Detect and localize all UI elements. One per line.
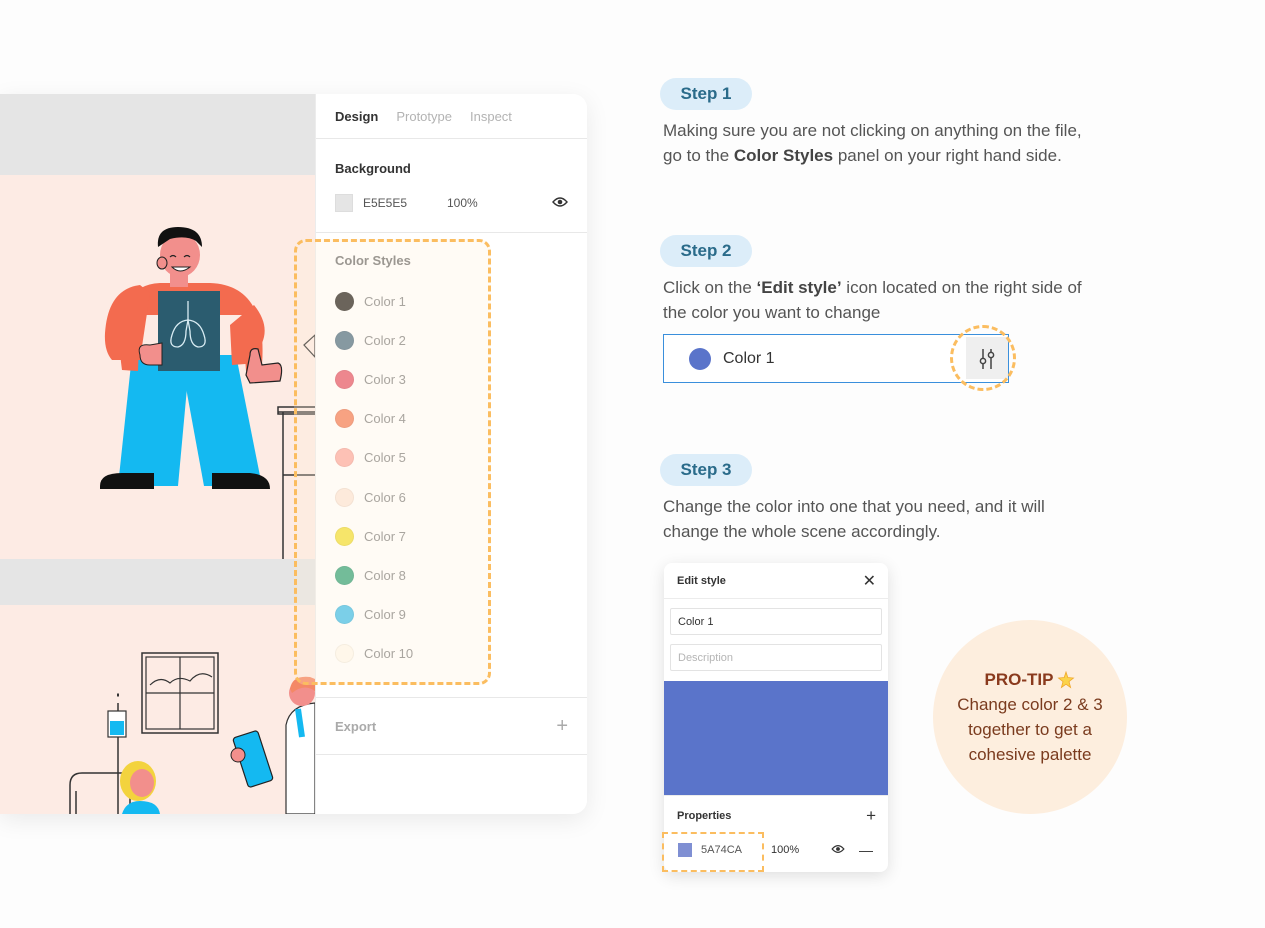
edit-style-dialog: Edit style ✕ Properties + 5A74CA 100% — (664, 563, 888, 872)
illustration-frame-2[interactable] (0, 605, 315, 814)
color-style-label: Color 6 (364, 489, 406, 505)
color-style-item[interactable]: Color 6 (335, 477, 568, 516)
remove-fill-icon[interactable]: — (859, 842, 873, 858)
step-1-badge: Step 1 (660, 78, 752, 110)
color-style-item[interactable]: Color 9 (335, 595, 568, 634)
close-icon[interactable]: ✕ (863, 571, 876, 591)
color-style-swatch (335, 370, 354, 390)
export-section: Export + (316, 698, 587, 755)
color-styles-title: Color Styles (335, 253, 411, 268)
tab-design[interactable]: Design (335, 109, 378, 124)
color-styles-list: Color 1 Color 2 Color 3 Color 4 Color 5 Color… (335, 282, 568, 673)
color-style-label: Color 4 (364, 411, 406, 427)
color-style-label: Color 2 (364, 333, 406, 349)
color-style-swatch (335, 331, 354, 351)
step-3-text: Change the color into one that you need,… (663, 497, 1045, 541)
pro-tip-badge: PRO-TIP Change color 2 & 3 together to g… (933, 620, 1127, 814)
background-swatch[interactable] (335, 194, 353, 212)
background-fill-row[interactable]: E5E5E5 100% (335, 194, 568, 212)
color-style-swatch (335, 643, 354, 663)
step-2-text: Click on the ‘Edit style’ icon located o… (663, 278, 1082, 322)
color-style-item[interactable]: Color 8 (335, 556, 568, 595)
pro-tip-title: PRO-TIP (985, 667, 1076, 692)
color-styles-section: Color Styles Color 1 Color 2 Color 3 Color … (316, 233, 587, 698)
tab-inspect[interactable]: Inspect (470, 109, 512, 124)
color-style-swatch (335, 526, 354, 546)
color-style-label: Color 1 (364, 294, 406, 310)
fill-hex[interactable]: 5A74CA (701, 844, 771, 856)
color-style-item[interactable]: Color 3 (335, 360, 568, 399)
canvas-area (0, 94, 315, 814)
color-style-swatch (335, 292, 354, 312)
fill-property-row[interactable]: 5A74CA 100% — (664, 835, 888, 865)
pro-tip-body: Change color 2 & 3 together to get a coh… (957, 695, 1103, 764)
color-style-item[interactable]: Color 4 (335, 399, 568, 438)
color-style-item[interactable]: Color 5 (335, 438, 568, 477)
color-style-label: Color 8 (364, 567, 406, 583)
properties-header: Properties + (664, 795, 888, 835)
panel-tabs: Design Prototype Inspect (316, 94, 587, 139)
color-style-label: Color 5 (364, 450, 406, 466)
figma-mockup: Design Prototype Inspect Background E5E5… (0, 94, 587, 814)
illustration-frame-1[interactable] (0, 175, 315, 559)
hospital-room-illustration (69, 652, 315, 814)
background-section: Background E5E5E5 100% (316, 139, 587, 233)
color-style-item[interactable]: Color 2 (335, 321, 568, 360)
color-style-item[interactable]: Color 10 (335, 634, 568, 673)
color-style-row[interactable]: Color 1 (663, 334, 1009, 383)
background-opacity[interactable]: 100% (447, 196, 478, 210)
edit-style-header: Edit style ✕ (664, 563, 888, 599)
color-style-swatch (335, 409, 354, 429)
color-style-label: Color 1 (723, 349, 775, 367)
color-style-label: Color 9 (364, 606, 406, 622)
color-style-item[interactable]: Color 7 (335, 517, 568, 556)
color-style-label: Color 10 (364, 645, 414, 661)
color-swatch (689, 347, 711, 370)
style-description-input[interactable] (670, 644, 882, 671)
step-1-text: Making sure you are not clicking on anyt… (663, 121, 1082, 165)
background-title: Background (335, 161, 411, 176)
step-3-badge: Step 3 (660, 454, 752, 486)
eye-icon[interactable] (552, 196, 568, 211)
fill-opacity[interactable]: 100% (771, 844, 831, 856)
properties-title: Properties (677, 809, 732, 822)
doctor-xray-illustration (100, 227, 315, 559)
edit-style-icon[interactable] (966, 337, 1008, 379)
add-export-icon[interactable]: + (556, 715, 568, 738)
color-style-swatch (335, 565, 354, 585)
eye-icon[interactable] (831, 844, 845, 857)
design-panel: Design Prototype Inspect Background E5E5… (315, 94, 587, 814)
edit-style-title: Edit style (677, 574, 726, 587)
color-style-label: Color 7 (364, 528, 406, 544)
color-style-item[interactable]: Color 1 (335, 282, 568, 321)
step-2-badge: Step 2 (660, 235, 752, 267)
add-property-icon[interactable]: + (866, 806, 876, 826)
tab-prototype[interactable]: Prototype (396, 109, 452, 124)
color-style-swatch (335, 448, 354, 468)
style-name-input[interactable] (670, 608, 882, 635)
color-preview (664, 681, 888, 795)
color-style-swatch (335, 487, 354, 507)
background-hex[interactable]: E5E5E5 (363, 196, 447, 210)
sparkle-icon (1057, 670, 1075, 688)
export-title: Export (335, 718, 377, 734)
color-style-label: Color 3 (364, 372, 406, 388)
color-style-swatch (335, 604, 354, 624)
fill-swatch[interactable] (678, 843, 692, 857)
